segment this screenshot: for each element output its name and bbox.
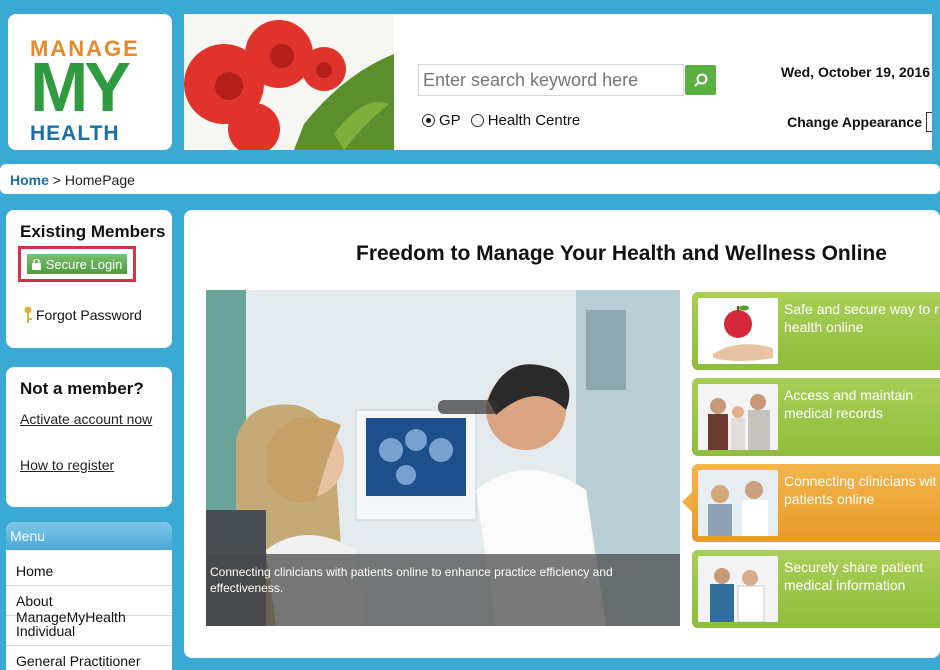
active-card-arrow [682, 492, 692, 512]
radio-health-centre[interactable] [470, 114, 484, 127]
menu-item-general-practitioner[interactable]: General Practitioner [6, 646, 172, 670]
feature-card-records-line2: medical records [784, 405, 883, 421]
clinician-image [698, 470, 778, 536]
family-image [698, 384, 778, 450]
secure-login-button[interactable]: Secure Login [27, 254, 127, 274]
logo-health-text: HEALTH [30, 122, 120, 145]
login-highlight: Secure Login [18, 246, 136, 282]
feature-card-records-text: Access and maintain medical records [784, 386, 940, 422]
change-appearance: Change Appearance [787, 112, 932, 132]
menu-panel: Menu Home About ManageMyHealth Individua… [6, 522, 172, 670]
how-to-register-link[interactable]: How to register [20, 457, 114, 473]
header: MANAGE MY HEALTH Enter search keyword he… [8, 8, 940, 154]
hero-slide[interactable]: Connecting clinicians with patients onli… [206, 290, 680, 626]
search-input[interactable] [418, 64, 684, 96]
menu-item-home[interactable]: Home [6, 556, 172, 586]
not-member-panel: Not a member? Activate account now How t… [6, 367, 172, 507]
logo[interactable]: MANAGE MY HEALTH [8, 14, 172, 150]
not-member-title: Not a member? [20, 379, 144, 398]
feature-card-clinicians-line2: patients online [784, 491, 875, 507]
breadcrumb-bar [0, 164, 940, 194]
secure-login-label: Secure Login [45, 256, 123, 272]
breadcrumb-separator: > [48, 172, 65, 188]
current-date: Wed, October 19, 2016 [780, 64, 930, 80]
radio-gp-label: GP [439, 112, 461, 129]
existing-members-panel: Existing Members Secure Login Forgot Pas… [6, 210, 172, 348]
forgot-password-label: Forgot Password [36, 307, 142, 323]
appearance-select[interactable] [926, 112, 932, 132]
page-title: Freedom to Manage Your Health and Wellne… [356, 242, 887, 265]
feature-card-share-line1: Securely share patient [784, 559, 924, 575]
feature-card-share-line2: medical information [784, 577, 906, 593]
forgot-password-link[interactable]: Forgot Password [22, 306, 142, 324]
flower-banner-image [184, 14, 394, 150]
feature-card-clinicians-text: Connecting clinicians wit patients onlin… [784, 472, 940, 508]
menu-item-about[interactable]: About ManageMyHealth [6, 586, 172, 625]
existing-members-title: Existing Members [20, 222, 166, 241]
activate-account-link[interactable]: Activate account now [20, 411, 152, 427]
menu-item-individual[interactable]: Individual [6, 616, 172, 646]
doctors-image [698, 556, 778, 622]
feature-card-safe-line1: Safe and secure way to r [784, 301, 939, 317]
breadcrumb-current: HomePage [64, 172, 135, 188]
hero-caption: Connecting clinicians with patients onli… [206, 554, 680, 626]
logo-my-text: MY [30, 48, 131, 126]
feature-card-records[interactable]: Access and maintain medical records [692, 378, 940, 456]
feature-card-share-text: Securely share patient medical informati… [784, 558, 940, 594]
search-button[interactable] [685, 65, 716, 95]
feature-card-records-line1: Access and maintain [784, 387, 914, 403]
menu-header: Menu [6, 522, 172, 550]
main-content: Freedom to Manage Your Health and Wellne… [184, 210, 940, 658]
change-appearance-label: Change Appearance [787, 114, 922, 130]
lock-icon [31, 258, 41, 270]
search-icon [693, 73, 707, 87]
radio-gp[interactable] [422, 114, 435, 127]
apple-hand-image [698, 298, 778, 364]
feature-card-safe-line2: health online [784, 319, 864, 335]
feature-card-clinicians-line1: Connecting clinicians wit [784, 473, 937, 489]
radio-health-centre-label: Health Centre [487, 112, 581, 129]
breadcrumb: Home > HomePage [10, 172, 135, 188]
feature-card-clinicians[interactable]: Connecting clinicians wit patients onlin… [682, 464, 940, 542]
feature-card-safe-text: Safe and secure way to r health online [784, 300, 940, 336]
breadcrumb-home-link[interactable]: Home [10, 172, 49, 188]
feature-card-share[interactable]: Securely share patient medical informati… [692, 550, 940, 628]
search-type-radios: GP Health Centre [422, 112, 580, 129]
feature-card-safe[interactable]: Safe and secure way to r health online [692, 292, 940, 370]
key-icon [24, 306, 32, 323]
